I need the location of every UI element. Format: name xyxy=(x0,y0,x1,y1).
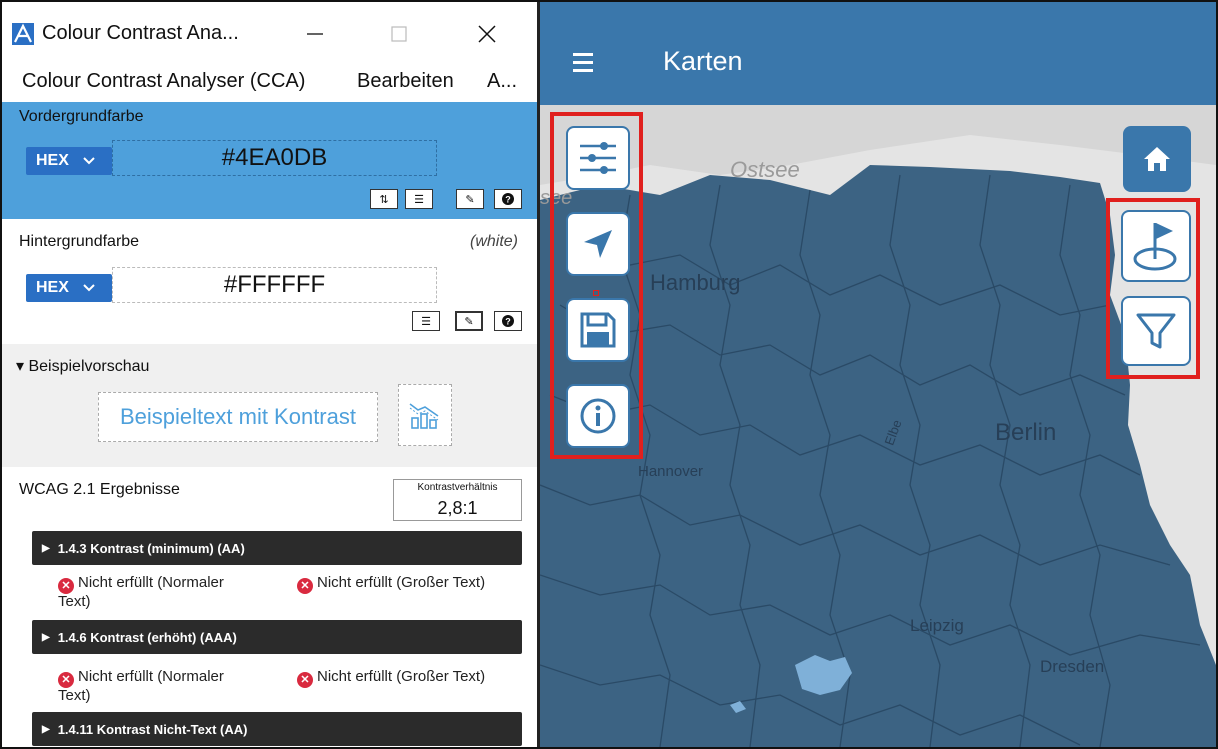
fail-icon: ✕ xyxy=(58,672,74,688)
expand-triangle-icon: ▶ xyxy=(42,631,50,643)
swap-colors-button[interactable]: ⇅ xyxy=(370,189,398,209)
criterion-label: 1.4.11 Kontrast Nicht-Text (AA) xyxy=(57,721,248,737)
fail-icon: ✕ xyxy=(297,578,313,594)
map-label-ostsee: Ostsee xyxy=(730,157,800,182)
cca-window: Colour Contrast Ana... Colour Contrast A… xyxy=(2,2,537,747)
result-text: Nicht erfüllt (Normaler Text) xyxy=(58,574,224,610)
svg-text:?: ? xyxy=(505,195,511,205)
background-sliders-button[interactable]: ☰ xyxy=(412,311,440,331)
contrast-ratio-box: Kontrastverhältnis 2,8:1 xyxy=(393,479,522,521)
format-value: HEX xyxy=(36,152,69,169)
preview-label[interactable]: ▾ Beispielvorschau xyxy=(16,356,149,376)
criterion-1-4-11[interactable]: ▶ 1.4.11 Kontrast Nicht-Text (AA) xyxy=(32,712,522,746)
result-normal-text-1-4-3: ✕ Nicht erfüllt (Normaler Text) xyxy=(58,575,258,610)
result-large-text-1-4-6: ✕ Nicht erfüllt (Großer Text) xyxy=(297,669,532,688)
save-button[interactable] xyxy=(566,298,630,362)
menu-bar: Colour Contrast Analyser (CCA) Bearbeite… xyxy=(2,62,537,102)
maximize-button[interactable] xyxy=(374,14,424,54)
map-label-hamburg: Hamburg xyxy=(650,270,741,295)
chevron-down-icon xyxy=(83,279,95,297)
foreground-format-select[interactable]: HEX xyxy=(26,147,112,175)
menu-edit[interactable]: Bearbeiten xyxy=(357,70,454,93)
svg-text:?: ? xyxy=(505,317,511,327)
wcag-results-title: WCAG 2.1 Ergebnisse xyxy=(19,481,180,498)
navigation-arrow-icon xyxy=(584,230,612,258)
criterion-1-4-3[interactable]: ▶ 1.4.3 Kontrast (minimum) (AA) xyxy=(32,531,522,565)
result-text: Nicht erfüllt (Normaler Text) xyxy=(58,668,224,704)
expand-triangle-icon: ▶ xyxy=(42,723,50,735)
chevron-down-icon xyxy=(83,152,95,170)
layer-settings-button[interactable] xyxy=(566,126,630,190)
foreground-help-button[interactable]: ? xyxy=(494,189,522,209)
locate-button[interactable] xyxy=(566,212,630,276)
foreground-hex-input[interactable]: #4EA0DB xyxy=(112,140,437,176)
background-picker-button[interactable]: ✎ xyxy=(455,311,483,331)
close-icon xyxy=(478,25,496,43)
sliders-icon: ☰ xyxy=(421,315,431,328)
criterion-1-4-6[interactable]: ▶ 1.4.6 Kontrast (erhöht) (AAA) xyxy=(32,620,522,654)
sample-text-preview: Beispieltext mit Kontrast xyxy=(98,392,378,442)
sliders-icon xyxy=(580,142,616,174)
background-section: Hintergrundfarbe (white) HEX #FFFFFF ☰ ✎… xyxy=(2,219,537,344)
map-app-header xyxy=(540,2,1216,105)
map-label-leipzig: Leipzig xyxy=(910,616,964,635)
criterion-label: 1.4.6 Kontrast (erhöht) (AAA) xyxy=(57,629,237,645)
sliders-icon: ☰ xyxy=(414,193,424,206)
background-label: Hintergrundfarbe xyxy=(19,233,140,250)
title-bar: Colour Contrast Ana... xyxy=(2,2,537,62)
menu-cca[interactable]: Colour Contrast Analyser (CCA) xyxy=(22,70,305,93)
background-format-select[interactable]: HEX xyxy=(26,274,112,302)
app-logo-icon xyxy=(12,23,34,45)
close-button[interactable] xyxy=(462,14,512,54)
info-button[interactable] xyxy=(566,384,630,448)
red-marker xyxy=(593,290,599,296)
result-normal-text-1-4-6: ✕ Nicht erfüllt (Normaler Text) xyxy=(58,669,258,704)
filter-icon xyxy=(1136,313,1176,349)
foreground-section: Vordergrundfarbe HEX #4EA0DB ⇅ ☰ ✎ ? xyxy=(2,102,537,219)
result-text: Nicht erfüllt (Großer Text) xyxy=(317,574,486,591)
eyedropper-icon: ✎ xyxy=(464,315,474,328)
foreground-picker-button[interactable]: ✎ xyxy=(456,189,484,209)
window-title: Colour Contrast Ana... xyxy=(42,22,239,44)
menu-more[interactable]: A... xyxy=(487,70,517,93)
contrast-ratio-value: 2,8:1 xyxy=(437,498,478,518)
result-text: Nicht erfüllt (Großer Text) xyxy=(317,668,486,685)
background-color-name: (white) xyxy=(470,233,519,250)
page-title: Karten xyxy=(663,46,743,76)
contrast-ratio-label: Kontrastverhältnis xyxy=(417,482,498,493)
format-value: HEX xyxy=(36,279,69,296)
foreground-sliders-button[interactable]: ☰ xyxy=(405,189,433,209)
swap-icon: ⇅ xyxy=(379,193,389,206)
home-button[interactable] xyxy=(1123,126,1191,192)
filter-button[interactable] xyxy=(1121,296,1191,366)
info-icon xyxy=(580,398,616,434)
fail-icon: ✕ xyxy=(58,578,74,594)
hamburger-menu-icon[interactable] xyxy=(573,51,593,80)
criterion-label: 1.4.3 Kontrast (minimum) (AA) xyxy=(57,540,245,556)
help-icon: ? xyxy=(502,315,514,327)
map-label-berlin: Berlin xyxy=(995,419,1057,446)
result-large-text-1-4-3: ✕ Nicht erfüllt (Großer Text) xyxy=(297,575,532,594)
minimize-button[interactable] xyxy=(290,14,340,54)
chart-icon xyxy=(409,403,439,429)
map-label-dresden: Dresden xyxy=(1040,657,1105,676)
expand-triangle-icon: ▶ xyxy=(42,542,50,554)
home-icon xyxy=(1144,147,1170,171)
map-label-hannover: Hannover xyxy=(638,463,704,480)
eyedropper-icon: ✎ xyxy=(465,193,475,206)
save-icon xyxy=(580,312,616,348)
background-hex-input[interactable]: #FFFFFF xyxy=(112,267,437,303)
chart-preview-button[interactable] xyxy=(398,384,452,446)
foreground-label: Vordergrundfarbe xyxy=(19,108,144,125)
background-help-button[interactable]: ? xyxy=(494,311,522,331)
flag-location-icon xyxy=(1133,223,1177,271)
location-flag-button[interactable] xyxy=(1121,210,1191,282)
help-icon: ? xyxy=(502,193,514,205)
fail-icon: ✕ xyxy=(297,672,313,688)
